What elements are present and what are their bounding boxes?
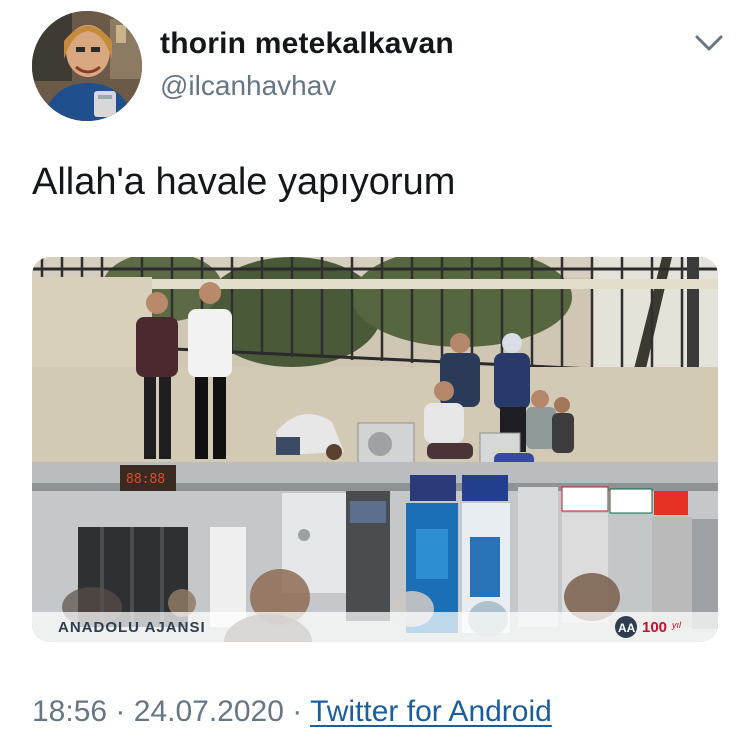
tweet-photo[interactable]: 88:88 ANADOLU AJANSI AA 100 yıl xyxy=(32,257,718,642)
photo-illustration: 88:88 xyxy=(32,257,718,642)
tweet-meta: 18:56 · 24.07.2020 · Twitter for Android xyxy=(32,693,552,731)
avatar-image xyxy=(32,11,142,121)
chevron-down-icon[interactable] xyxy=(692,30,726,56)
agency-logo-icon: AA 100 yıl xyxy=(614,614,704,640)
svg-text:88:88: 88:88 xyxy=(126,472,165,487)
author-block: thorin metekalkavan @ilcanhavhav xyxy=(160,26,454,104)
tweet-text: Allah'a havale yapıyorum xyxy=(32,161,456,203)
svg-text:AA: AA xyxy=(618,621,636,635)
tweet-date[interactable]: 24.07.2020 xyxy=(134,695,284,728)
tweet-source-link[interactable]: Twitter for Android xyxy=(310,695,552,728)
meta-separator: · xyxy=(292,695,303,728)
tweet-time[interactable]: 18:56 xyxy=(32,695,107,728)
svg-text:yıl: yıl xyxy=(671,620,682,630)
tweet-card: thorin metekalkavan @ilcanhavhav Allah'a… xyxy=(0,0,750,756)
svg-text:100: 100 xyxy=(642,619,667,636)
avatar[interactable] xyxy=(32,11,142,121)
display-name[interactable]: thorin metekalkavan xyxy=(160,26,454,62)
user-handle[interactable]: @ilcanhavhav xyxy=(160,68,454,104)
photo-watermark-bar: ANADOLU AJANSI AA 100 yıl xyxy=(32,612,718,642)
agency-watermark: ANADOLU AJANSI xyxy=(58,619,206,636)
meta-separator: · xyxy=(115,695,126,728)
